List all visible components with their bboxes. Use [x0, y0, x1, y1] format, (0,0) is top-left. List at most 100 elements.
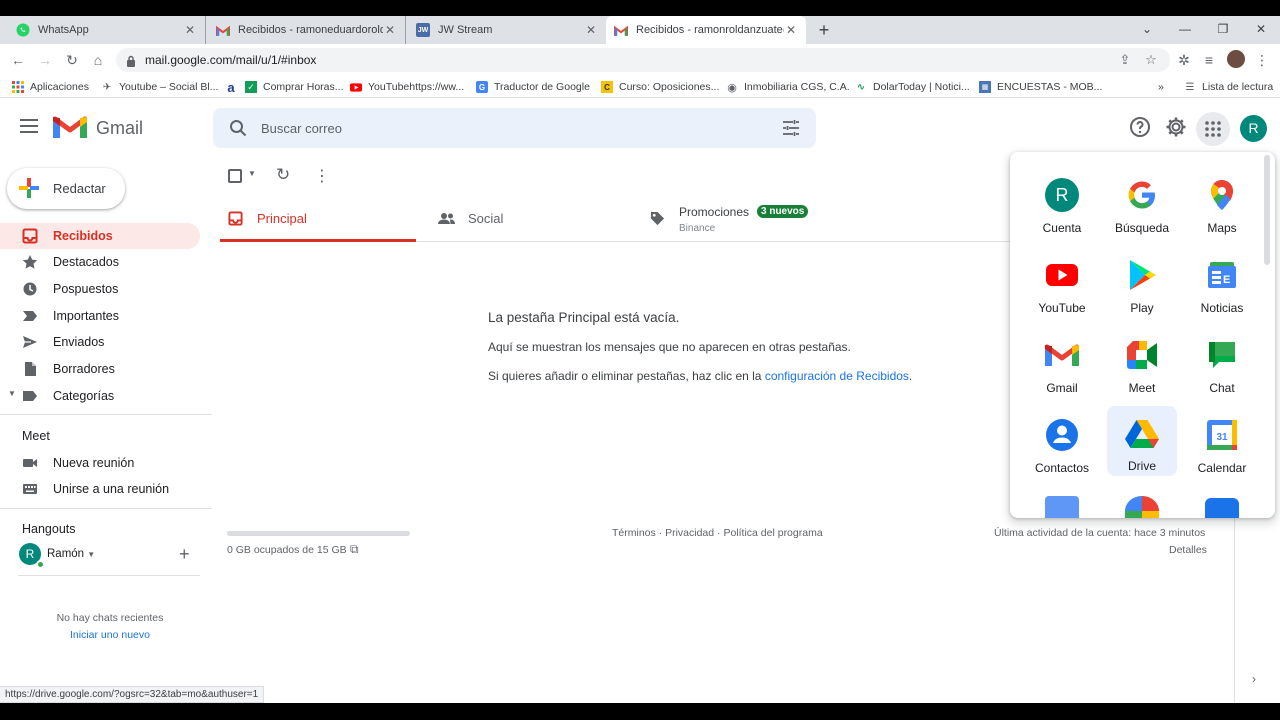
browser-tab-whatsapp[interactable]: WhatsApp ✕: [8, 16, 206, 44]
bookmark-encuestas[interactable]: ▦ ENCUESTAS - MOB...: [979, 79, 1102, 95]
bookmark-comprar-horas[interactable]: ✓ Comprar Horas...: [245, 79, 344, 95]
tab-promociones[interactable]: Promociones 3 nuevos Binance: [640, 196, 890, 242]
bookmark-amazon[interactable]: a: [225, 79, 243, 95]
nav-item-categorias[interactable]: ▼ Categorías: [0, 383, 200, 409]
search-icon[interactable]: [229, 119, 247, 137]
app-cuenta[interactable]: R Cuenta: [1027, 168, 1097, 238]
bookmark-dolartoday[interactable]: ∿ DolarToday | Notici...: [855, 79, 970, 95]
app-calendar[interactable]: 31 Calendar: [1187, 408, 1257, 478]
close-icon[interactable]: ✕: [584, 23, 598, 37]
plus-icon: [19, 178, 39, 198]
search-options-icon[interactable]: [782, 119, 800, 137]
expand-arrow-icon[interactable]: ▼: [8, 389, 16, 398]
nav-item-enviados[interactable]: Enviados: [0, 329, 200, 355]
bookmark-traductor[interactable]: G Traductor de Google: [476, 79, 590, 95]
close-icon[interactable]: ✕: [784, 23, 798, 37]
reading-list[interactable]: ☰ Lista de lectura: [1184, 79, 1274, 95]
app-youtube[interactable]: YouTube: [1027, 248, 1097, 318]
nav-label: Destacados: [53, 255, 120, 269]
forward-icon[interactable]: →: [35, 50, 55, 70]
hangouts-user[interactable]: Ramón ▼: [47, 548, 95, 560]
apps-grid-icon: [12, 81, 24, 93]
help-icon[interactable]: [1128, 115, 1152, 139]
screen-top-border: [0, 0, 1280, 16]
inbox-settings-link[interactable]: configuración de Recibidos: [765, 369, 909, 383]
app-next-row-photos-icon[interactable]: [1125, 496, 1159, 518]
app-next-row-duo-icon[interactable]: [1205, 498, 1239, 518]
tab-principal[interactable]: Principal: [220, 196, 416, 242]
start-new-chat-link[interactable]: Iniciar uno nuevo: [0, 629, 220, 641]
minimize-icon[interactable]: —: [1166, 16, 1204, 44]
nav-item-pospuestos[interactable]: Pospuestos: [0, 276, 200, 302]
bookmark-youtube[interactable]: YouTubehttps://ww...: [350, 79, 464, 95]
close-icon[interactable]: ✕: [183, 23, 197, 37]
jw-icon: JW: [416, 23, 430, 37]
app-busqueda[interactable]: Búsqueda: [1107, 168, 1177, 238]
home-icon[interactable]: ⌂: [88, 50, 108, 70]
reload-icon[interactable]: ↻: [62, 50, 82, 70]
browser-tab-jw-stream[interactable]: JW JW Stream ✕: [408, 16, 606, 44]
extensions-icon[interactable]: ✲: [1174, 50, 1194, 70]
address-bar[interactable]: mail.google.com/mail/u/1/#inbox ⇪ ☆: [116, 48, 1170, 72]
sidebar-divider: [0, 414, 212, 415]
refresh-icon[interactable]: ↻: [276, 165, 290, 185]
tab-social[interactable]: Social: [428, 196, 628, 242]
browser-toolbar: ← → ↻ ⌂ mail.google.com/mail/u/1/#inbox …: [0, 44, 1280, 76]
expand-side-panel-icon[interactable]: ›: [1252, 672, 1256, 686]
meet-new-meeting[interactable]: Nueva reunión: [0, 450, 200, 476]
app-contactos[interactable]: Contactos: [1027, 408, 1097, 478]
browser-tab-recibidos-1[interactable]: Recibidos - ramoneduardoroldan ✕: [208, 16, 406, 44]
tab-title: Recibidos - ramonroldanzuate@: [636, 24, 784, 36]
app-gmail[interactable]: Gmail: [1027, 328, 1097, 398]
media-icon[interactable]: ≡: [1199, 50, 1219, 70]
bookmark-inmobiliaria[interactable]: ◉ Inmobiliaria CGS, C.A.: [726, 79, 849, 95]
share-icon[interactable]: ⇪: [1116, 51, 1134, 69]
add-chat-icon[interactable]: +: [179, 544, 190, 565]
gmail-logo-icon[interactable]: [53, 114, 87, 140]
open-external-icon[interactable]: ⧉: [350, 542, 359, 557]
bookmarks-overflow-icon[interactable]: »: [1158, 79, 1164, 95]
footer-links[interactable]: Términos · Privacidad · Política del pro…: [612, 527, 823, 539]
select-dropdown-icon[interactable]: ▼: [248, 169, 256, 178]
browser-tab-recibidos-active[interactable]: Recibidos - ramonroldanzuate@ ✕: [606, 16, 806, 44]
hangouts-section-title: Hangouts: [22, 522, 76, 536]
new-tab-button[interactable]: +: [812, 16, 836, 44]
search-input[interactable]: [261, 118, 741, 138]
storage-text: 0 GB ocupados de 15 GB: [227, 544, 347, 556]
bookmark-socialblade[interactable]: ✈ Youtube – Social Bl...: [101, 79, 219, 95]
profile-avatar-icon[interactable]: [1226, 50, 1246, 70]
back-icon[interactable]: ←: [8, 50, 28, 70]
more-options-icon[interactable]: ⋮: [314, 166, 330, 186]
app-maps[interactable]: Maps: [1187, 168, 1257, 238]
main-menu-icon[interactable]: [20, 119, 38, 133]
gear-icon[interactable]: [1164, 115, 1188, 139]
no-chats-text: No hay chats recientes: [56, 612, 164, 624]
app-next-row-translate-icon[interactable]: [1045, 496, 1079, 518]
close-icon[interactable]: ✕: [383, 23, 397, 37]
compose-button[interactable]: Redactar: [7, 168, 125, 209]
app-noticias[interactable]: E Noticias: [1187, 248, 1257, 318]
account-avatar[interactable]: R: [1240, 115, 1267, 142]
menu-dots-icon[interactable]: ⋮: [1252, 50, 1272, 70]
nav-item-recibidos[interactable]: Recibidos: [0, 223, 200, 249]
nav-label: Pospuestos: [53, 282, 119, 296]
app-chat[interactable]: Chat: [1187, 328, 1257, 398]
bookmark-curso[interactable]: C Curso: Oposiciones...: [601, 79, 719, 95]
close-window-icon[interactable]: ✕: [1242, 16, 1280, 44]
app-drive[interactable]: Drive: [1107, 406, 1177, 476]
nav-item-borradores[interactable]: Borradores: [0, 356, 200, 382]
chevron-down-icon[interactable]: ⌄: [1128, 16, 1166, 44]
tab-title: Recibidos - ramoneduardoroldan: [238, 24, 383, 36]
star-bookmark-icon[interactable]: ☆: [1142, 51, 1160, 69]
app-play[interactable]: Play: [1107, 248, 1177, 318]
bookmark-aplicaciones[interactable]: Aplicaciones: [12, 79, 89, 95]
nav-item-destacados[interactable]: Destacados: [0, 249, 200, 275]
details-link[interactable]: Detalles: [1169, 544, 1207, 556]
maximize-icon[interactable]: ❐: [1204, 16, 1242, 44]
amazon-icon: a: [227, 79, 235, 95]
nav-item-importantes[interactable]: Importantes: [0, 303, 200, 329]
app-meet[interactable]: Meet: [1107, 328, 1177, 398]
apps-panel-scrollbar[interactable]: [1264, 155, 1270, 265]
meet-join-meeting[interactable]: Unirse a una reunión: [0, 476, 200, 502]
select-all-checkbox[interactable]: [228, 169, 242, 183]
